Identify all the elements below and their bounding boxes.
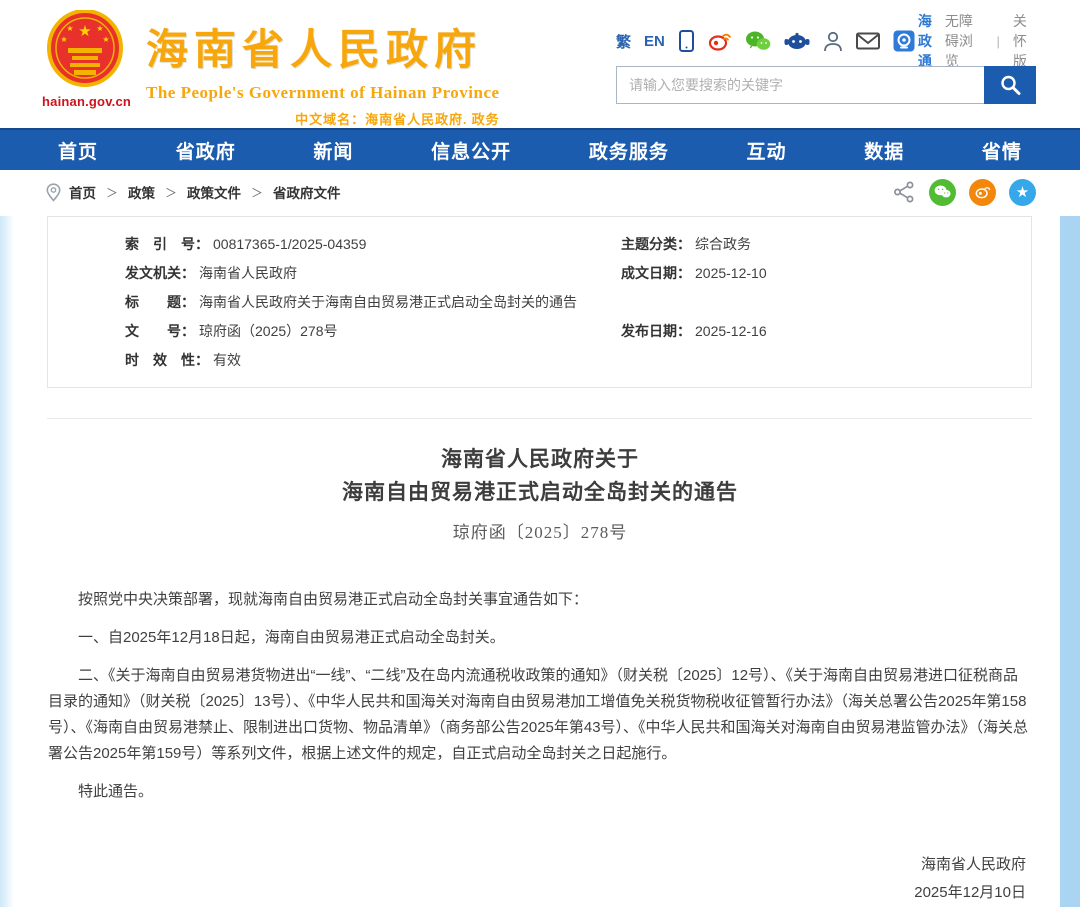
haizhengtong-app-icon [893, 30, 915, 52]
nav-item-news[interactable]: 新闻 [313, 137, 353, 164]
site-logo[interactable]: ★ ★ ★ ★ ★ hainan.gov.cn [42, 10, 132, 109]
nav-item-gov-services[interactable]: 政务服务 [589, 137, 669, 164]
meta-label-index-number: 索 引 号： [125, 236, 209, 252]
document-title-line1: 海南省人民政府关于 [441, 447, 639, 471]
traditional-chinese-link[interactable]: 繁 [616, 31, 631, 52]
share-icon[interactable] [892, 180, 916, 204]
svg-text:★: ★ [78, 23, 91, 40]
meta-row: 发文机关： 海南省人民政府 成文日期： 2025-12-10 [48, 259, 1031, 288]
crumb-home[interactable]: 首页 [69, 182, 96, 202]
paragraph-intro: 按照党中央决策部署，现就海南自由贸易港正式启动全岛封关事宜通告如下： [78, 591, 589, 608]
nav-item-interaction[interactable]: 互动 [747, 137, 787, 164]
site-title-en: The People's Government of Hainan Provin… [146, 83, 500, 102]
section-divider [47, 418, 1032, 419]
document-title-block: 海南省人民政府关于 海南自由贸易港正式启动全岛封关的通告 琼府函〔2025〕27… [0, 443, 1080, 543]
meta-row: 标 题： 海南省人民政府关于海南自由贸易港正式启动全岛封关的通告 [48, 288, 1031, 317]
nav-item-home[interactable]: 首页 [58, 137, 98, 164]
crumb-separator: ＞ [165, 185, 178, 200]
national-emblem-icon: ★ ★ ★ ★ ★ [42, 10, 128, 92]
meta-value-written-date: 2025-12-10 [695, 265, 767, 281]
nav-item-province-profile[interactable]: 省情 [982, 137, 1022, 164]
mobile-icon[interactable] [678, 30, 695, 52]
meta-value-topic-category: 综合政务 [695, 236, 751, 252]
haizhengtong-link[interactable]: 海政通 [893, 11, 932, 71]
meta-label-publish-date: 发布日期： [621, 323, 691, 339]
site-title: 海南省人民政府 [146, 28, 483, 74]
document-body: 按照党中央决策部署，现就海南自由贸易港正式启动全岛封关事宜通告如下： 一、自20… [0, 587, 1080, 805]
robot-assistant-icon[interactable] [784, 32, 810, 50]
weibo-share-icon [975, 185, 991, 199]
user-icon[interactable] [823, 30, 843, 52]
breadcrumb: 首页 ＞ 政策 ＞ 政策文件 ＞ 省政府文件 [46, 182, 892, 202]
signature-issuer: 海南省人民政府 [920, 856, 1026, 873]
svg-text:★: ★ [60, 35, 67, 44]
paragraph-item-2: 二、《关于海南自由贸易港货物进出“一线”、“二线”及在岛内流通税收政策的通知》（… [48, 667, 1029, 762]
svg-text:★: ★ [96, 24, 103, 33]
site-header: ★ ★ ★ ★ ★ hainan.gov.cn 海南省人民政府 The Peop… [0, 0, 1080, 128]
quick-links-separator: | [996, 33, 1000, 49]
paragraph-closing: 特此通告。 [78, 783, 154, 800]
share-weibo-button[interactable] [969, 178, 996, 206]
signature-date: 2025年12月10日 [914, 884, 1026, 901]
document-signature: 海南省人民政府 2025年12月10日 [0, 851, 1026, 907]
svg-text:★: ★ [102, 35, 109, 44]
crumb-separator: ＞ [251, 185, 264, 200]
meta-label-doc-number: 文 号： [125, 323, 195, 339]
site-title-block: 海南省人民政府 The People's Government of Haina… [146, 16, 500, 128]
document-title-line2: 海南自由贸易港正式启动全岛封关的通告 [342, 480, 738, 504]
wechat-icon[interactable] [745, 31, 771, 52]
share-buttons: ★ [892, 178, 1036, 206]
meta-value-title: 海南省人民政府关于海南自由贸易港正式启动全岛封关的通告 [199, 294, 577, 310]
search-icon [999, 74, 1021, 96]
meta-row: 索 引 号： 00817365-1/2025-04359 主题分类： 综合政务 [48, 230, 1031, 259]
nav-item-info-disclosure[interactable]: 信息公开 [431, 137, 511, 164]
nav-item-data[interactable]: 数据 [864, 137, 904, 164]
meta-value-doc-number: 琼府函（2025）278号 [199, 323, 338, 339]
search-bar [616, 66, 1036, 104]
mail-icon[interactable] [855, 32, 880, 50]
document-meta-card: 索 引 号： 00817365-1/2025-04359 主题分类： 综合政务 … [47, 216, 1032, 388]
share-qzone-button[interactable]: ★ [1009, 178, 1036, 206]
nav-item-provincial-government[interactable]: 省政府 [176, 137, 236, 164]
meta-label-validity: 时 效 性： [125, 352, 209, 368]
meta-label-topic-category: 主题分类： [621, 236, 691, 252]
meta-label-issuing-agency: 发文机关： [125, 265, 195, 281]
qzone-star-icon: ★ [1015, 183, 1030, 201]
quick-links-row: 繁 EN 海政通 无障碍浏览 | 关怀版 [616, 13, 1036, 69]
haizhengtong-label: 海政通 [917, 13, 932, 69]
meta-value-issuing-agency: 海南省人民政府 [199, 265, 297, 281]
document-number: 琼府函〔2025〕278号 [452, 523, 628, 542]
search-button[interactable] [984, 66, 1036, 104]
meta-row: 时 效 性： 有效 [48, 346, 1031, 375]
care-version-link[interactable]: 关怀版 [1013, 11, 1036, 71]
header-utilities: 繁 EN 海政通 无障碍浏览 | 关怀版 请输入您要搜索的关键字 [616, 13, 1036, 104]
meta-value-publish-date: 2025-12-16 [695, 323, 767, 339]
breadcrumb-bar: 首页 ＞ 政策 ＞ 政策文件 ＞ 省政府文件 ★ [0, 170, 1080, 214]
accessibility-link[interactable]: 无障碍浏览 [945, 11, 984, 71]
meta-row: 文 号： 琼府函（2025）278号 发布日期： 2025-12-16 [48, 317, 1031, 346]
location-pin-icon [46, 182, 61, 202]
wechat-share-icon [934, 185, 951, 199]
weibo-icon[interactable] [708, 31, 732, 51]
svg-text:★: ★ [66, 24, 73, 33]
crumb-separator: ＞ [106, 185, 119, 200]
crumb-policy[interactable]: 政策 [128, 182, 155, 202]
logo-domain-text: hainan.gov.cn [42, 94, 132, 109]
crumb-policy-documents[interactable]: 政策文件 [187, 182, 241, 202]
paragraph-item-1: 一、自2025年12月18日起，海南自由贸易港正式启动全岛封关。 [78, 629, 505, 646]
crumb-provincial-gov-documents[interactable]: 省政府文件 [273, 182, 341, 202]
page-content: 索 引 号： 00817365-1/2025-04359 主题分类： 综合政务 … [0, 216, 1080, 907]
main-nav: 首页 省政府 新闻 信息公开 政务服务 互动 数据 省情 [0, 128, 1080, 170]
meta-label-written-date: 成文日期： [621, 265, 691, 281]
share-wechat-button[interactable] [929, 178, 956, 206]
english-link[interactable]: EN [644, 33, 665, 50]
meta-label-title: 标 题： [125, 294, 195, 310]
meta-value-validity: 有效 [213, 352, 241, 368]
search-input[interactable] [616, 66, 984, 104]
site-domain-line: 中文域名：海南省人民政府. 政务 [295, 112, 500, 127]
meta-value-index-number: 00817365-1/2025-04359 [213, 236, 367, 252]
